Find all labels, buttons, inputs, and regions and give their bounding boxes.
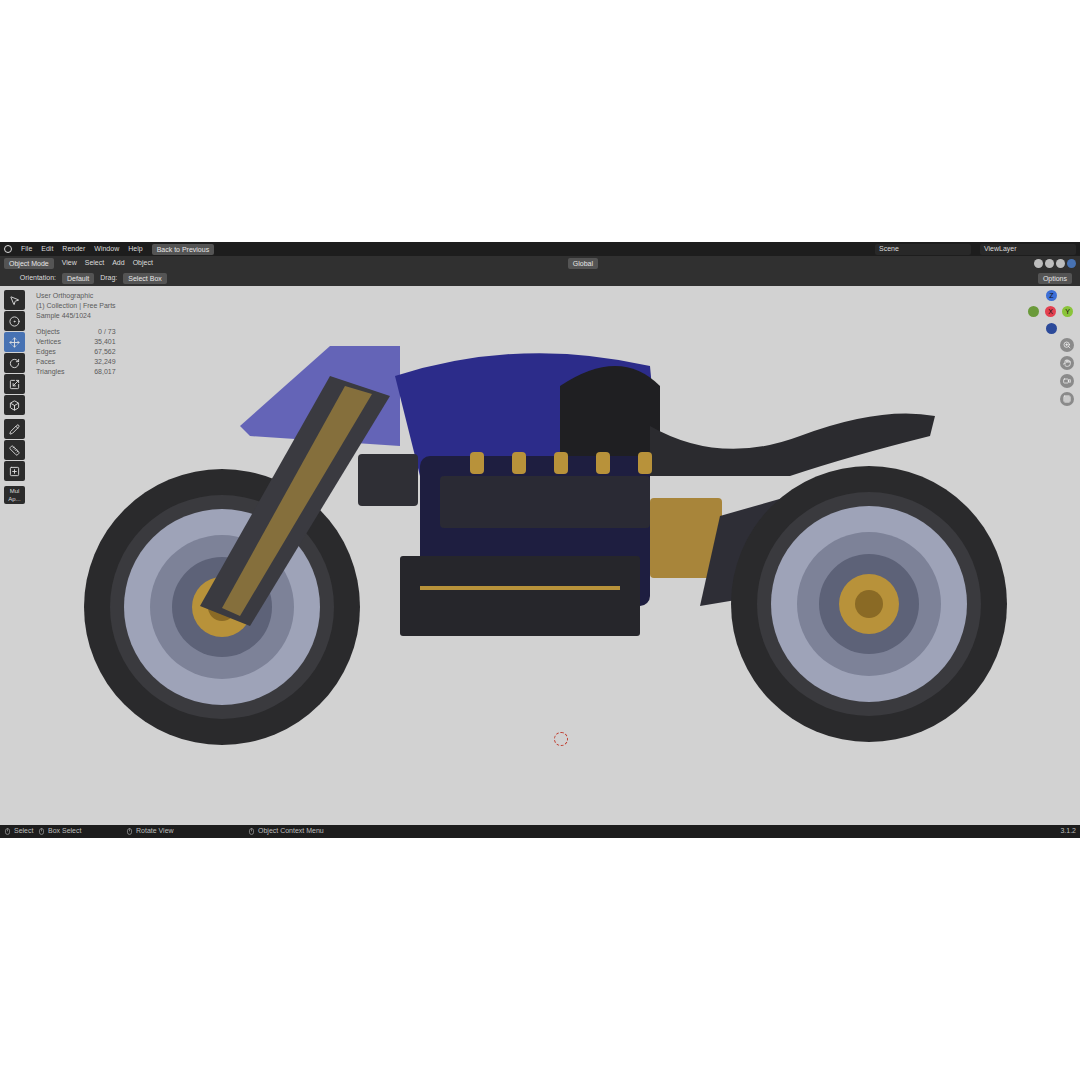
gizmo-y-axis[interactable]: Y bbox=[1062, 306, 1073, 317]
mouse-icon bbox=[4, 828, 11, 835]
tool-button[interactable] bbox=[4, 419, 25, 439]
nav-button[interactable] bbox=[1060, 392, 1074, 406]
operator-panel-item[interactable]: Ap... bbox=[8, 496, 20, 502]
blender-logo-icon[interactable] bbox=[4, 245, 12, 253]
nav-icon bbox=[1063, 395, 1071, 403]
orientation-dropdown[interactable]: Global bbox=[568, 258, 598, 269]
shading-mode-button[interactable] bbox=[1034, 259, 1043, 268]
tool-icon bbox=[9, 316, 20, 327]
motorcycle-render bbox=[0, 286, 1080, 825]
tool-button[interactable] bbox=[4, 374, 25, 394]
operator-panel-item[interactable]: Mul bbox=[10, 488, 20, 494]
shading-mode-button[interactable] bbox=[1056, 259, 1065, 268]
tool-icon bbox=[9, 424, 20, 435]
nav-icon bbox=[1063, 341, 1071, 349]
viewport[interactable]: Mul Ap... User Orthographic(1) Collection … bbox=[0, 286, 1080, 825]
gizmo-x-axis[interactable]: X bbox=[1045, 306, 1056, 317]
viewport-nav-buttons bbox=[1060, 338, 1074, 406]
status-item: Object Context Menu bbox=[248, 826, 324, 837]
stat-value: 0 / 73 bbox=[84, 327, 115, 337]
orientation-select[interactable]: Default bbox=[62, 273, 94, 284]
nav-button[interactable] bbox=[1060, 338, 1074, 352]
stat-value: 35,401 bbox=[84, 337, 115, 347]
nav-icon bbox=[1063, 377, 1071, 385]
tool-icon bbox=[9, 400, 20, 411]
header-menu-item[interactable]: Add bbox=[112, 258, 124, 269]
back-to-previous-button[interactable]: Back to Previous bbox=[152, 244, 215, 255]
tool-button[interactable] bbox=[4, 311, 25, 331]
menu-item[interactable]: Window bbox=[94, 244, 119, 255]
stat-label: Vertices bbox=[36, 337, 74, 347]
gizmo-neg-z-axis[interactable] bbox=[1046, 323, 1057, 334]
tool-button[interactable] bbox=[4, 440, 25, 460]
tool-icon bbox=[9, 445, 20, 456]
drag-select[interactable]: Select Box bbox=[123, 273, 166, 284]
menu-item[interactable]: Help bbox=[128, 244, 142, 255]
toolbar bbox=[4, 290, 25, 481]
tool-button[interactable] bbox=[4, 395, 25, 415]
stat-value: 68,017 bbox=[84, 367, 115, 377]
viewport-info: User Orthographic(1) Collection | Free P… bbox=[36, 291, 116, 377]
tool-icon bbox=[9, 358, 20, 369]
version-label: 3.1.2 bbox=[1060, 826, 1076, 837]
shading-modes bbox=[1034, 259, 1076, 268]
stat-label: Objects bbox=[36, 327, 74, 337]
stat-label: Edges bbox=[36, 347, 74, 357]
operator-panel[interactable]: Mul Ap... bbox=[4, 486, 25, 504]
tool-icon bbox=[9, 337, 20, 348]
top-bar: File Edit Render Window Help Back to Previous… bbox=[0, 242, 1080, 256]
gizmo-neg-y-axis[interactable] bbox=[1028, 306, 1039, 317]
shading-mode-button[interactable] bbox=[1067, 259, 1076, 268]
menu-item[interactable]: Edit bbox=[41, 244, 53, 255]
stat-value: 32,249 bbox=[84, 357, 115, 367]
scene-stats: Objects 0 / 73 Vertices 35,401 Edges 67,562 Fa… bbox=[36, 327, 116, 377]
navigation-gizmo[interactable]: ZXY bbox=[1028, 290, 1076, 336]
stat-label: Faces bbox=[36, 357, 74, 367]
shading-mode-button[interactable] bbox=[1045, 259, 1054, 268]
nav-icon bbox=[1063, 359, 1071, 367]
screen: File Edit Render Window Help Back to Previous… bbox=[0, 0, 1080, 1080]
scene-field[interactable]: Scene bbox=[875, 244, 971, 255]
tool-icon bbox=[9, 295, 20, 306]
tool-settings-bar: Orientation:DefaultDrag:Select BoxOption… bbox=[0, 271, 1080, 286]
blender-window: File Edit Render Window Help Back to Previous… bbox=[0, 242, 1080, 838]
rear-wheel bbox=[731, 466, 1007, 742]
header-menu-item[interactable]: View bbox=[62, 258, 77, 269]
stat-value: 67,562 bbox=[84, 347, 115, 357]
mouse-icon bbox=[248, 828, 255, 835]
header-menu-item[interactable]: Object bbox=[133, 258, 153, 269]
mouse-icon bbox=[126, 828, 133, 835]
viewport-header: Object Mode View Select Add Object Global bbox=[0, 256, 1080, 271]
gizmo-z-axis[interactable]: Z bbox=[1046, 290, 1057, 301]
nav-button[interactable] bbox=[1060, 374, 1074, 388]
3d-cursor-icon bbox=[554, 732, 568, 746]
tool-button[interactable] bbox=[4, 332, 25, 352]
menu-item[interactable]: File bbox=[21, 244, 32, 255]
stat-label: Triangles bbox=[36, 367, 74, 377]
view-layer-field[interactable]: ViewLayer bbox=[980, 244, 1076, 255]
tool-button[interactable] bbox=[4, 461, 25, 481]
tool-button[interactable] bbox=[4, 290, 25, 310]
header-menu-item[interactable]: Select bbox=[85, 258, 104, 269]
status-item: Box Select bbox=[38, 826, 122, 837]
status-item: Select bbox=[4, 826, 34, 837]
nav-button[interactable] bbox=[1060, 356, 1074, 370]
mouse-icon bbox=[38, 828, 45, 835]
tool-button[interactable] bbox=[4, 353, 25, 373]
menu-item[interactable]: Render bbox=[62, 244, 85, 255]
options-button[interactable]: Options bbox=[1038, 273, 1072, 284]
tool-icon bbox=[9, 466, 20, 477]
status-item: Rotate View bbox=[126, 826, 244, 837]
tool-icon bbox=[9, 379, 20, 390]
mode-dropdown[interactable]: Object Mode bbox=[4, 258, 54, 269]
status-bar: Select Box Select Rotate View Object Contex… bbox=[0, 825, 1080, 838]
